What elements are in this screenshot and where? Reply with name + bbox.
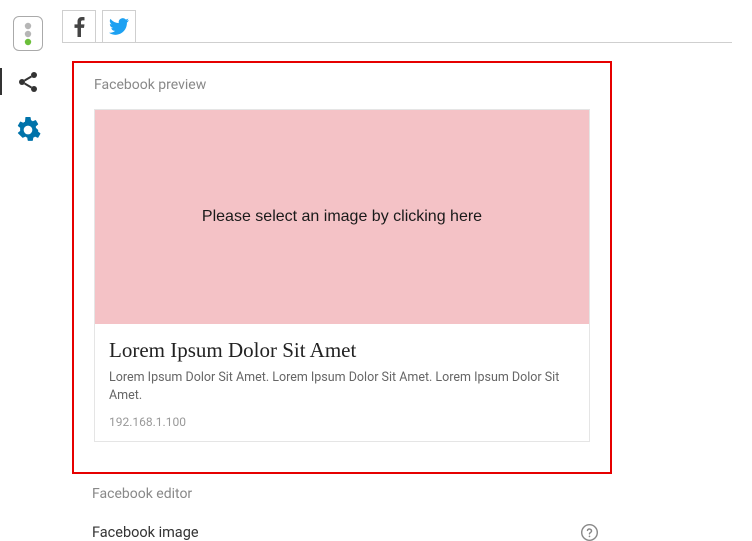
facebook-image-placeholder[interactable]: Please select an image by clicking here: [95, 110, 589, 324]
facebook-card-description: Lorem Ipsum Dolor Sit Amet. Lorem Ipsum …: [109, 369, 575, 405]
facebook-preview-panel: Facebook preview Please select an image …: [72, 61, 612, 474]
active-indicator: [0, 68, 2, 95]
main-panel: Facebook preview Please select an image …: [56, 0, 752, 508]
facebook-card-title: Lorem Ipsum Dolor Sit Amet: [109, 338, 575, 363]
preview-section-title: Facebook preview: [94, 77, 590, 93]
sidebar-item-social[interactable]: [13, 65, 43, 98]
help-icon[interactable]: [581, 524, 598, 541]
editor-section-title: Facebook editor: [92, 486, 612, 502]
tab-twitter[interactable]: [102, 10, 136, 42]
facebook-card: Please select an image by clicking here …: [94, 109, 590, 442]
image-placeholder-text: Please select an image by clicking here: [202, 208, 482, 226]
traffic-light-icon: [20, 21, 36, 47]
facebook-card-body: Lorem Ipsum Dolor Sit Amet Lorem Ipsum D…: [95, 324, 589, 441]
editor-row-image: Facebook image: [92, 524, 612, 541]
facebook-editor-panel: Facebook editor Facebook image: [72, 486, 612, 541]
facebook-card-domain: 192.168.1.100: [109, 415, 575, 429]
twitter-icon: [109, 18, 129, 35]
sidebar-item-settings[interactable]: [13, 112, 43, 147]
facebook-icon: [73, 17, 86, 37]
gear-icon: [15, 117, 41, 143]
editor-image-label: Facebook image: [92, 524, 199, 541]
social-tabs: [62, 10, 732, 43]
sidebar: [0, 0, 56, 508]
sidebar-item-readability[interactable]: [13, 16, 43, 51]
tab-facebook[interactable]: [62, 10, 96, 42]
share-icon: [16, 70, 40, 94]
